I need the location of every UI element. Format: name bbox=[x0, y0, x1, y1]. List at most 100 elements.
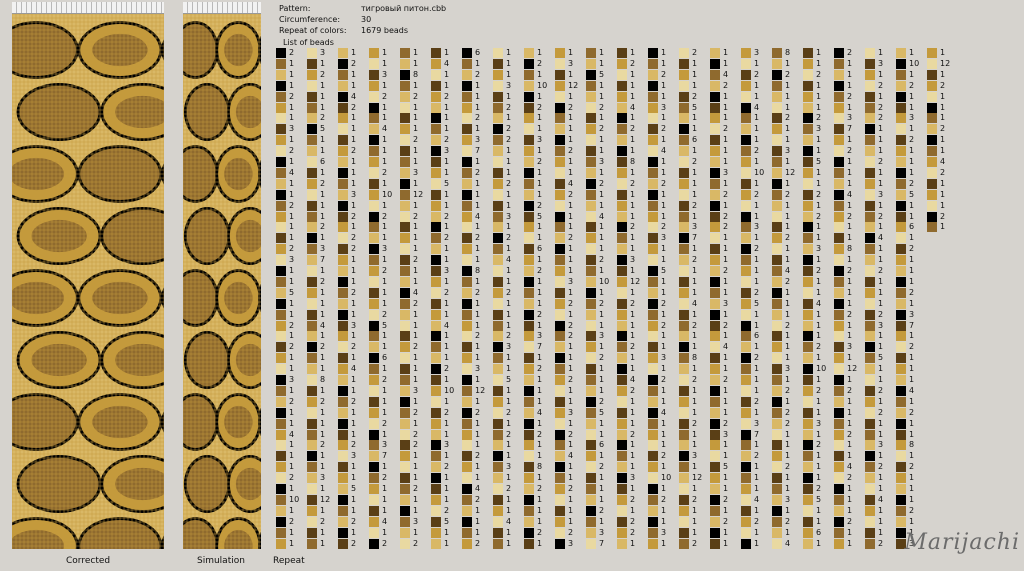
bead-count: 1 bbox=[506, 276, 512, 286]
corrected-pattern-view[interactable] bbox=[12, 14, 164, 549]
bead-count: 1 bbox=[568, 167, 574, 177]
bead-color-swatch bbox=[710, 157, 720, 167]
bead-count: 1 bbox=[599, 385, 605, 395]
bead-color-swatch bbox=[307, 331, 317, 342]
top-ruler-simulation bbox=[183, 2, 261, 14]
bead-count: 6 bbox=[754, 331, 760, 341]
bead-count: 3 bbox=[816, 244, 822, 254]
bead-list-entry: 3 bbox=[493, 80, 518, 91]
bead-count: 4 bbox=[661, 407, 667, 417]
bead-count: 1 bbox=[661, 505, 667, 515]
bead-list-entry: 2 bbox=[617, 342, 642, 353]
bead-color-swatch bbox=[369, 440, 379, 451]
bead-count: 1 bbox=[444, 157, 450, 166]
bead-color-swatch bbox=[431, 157, 441, 167]
bead-color-swatch bbox=[679, 451, 689, 462]
bead-color-swatch bbox=[400, 353, 410, 364]
bead-color-swatch bbox=[493, 255, 503, 266]
bead-color-swatch bbox=[431, 375, 441, 385]
bead-list-entry: 1 bbox=[338, 385, 363, 396]
bead-count: 1 bbox=[537, 320, 543, 330]
bead-color-swatch bbox=[307, 505, 317, 516]
bead-list-entry: 2 bbox=[648, 320, 673, 331]
bead-color-swatch bbox=[648, 375, 658, 385]
bead-list-entry: 1 bbox=[462, 527, 487, 538]
bead-list-entry: 1 bbox=[493, 200, 518, 211]
bead-list-entry: 2 bbox=[338, 516, 363, 527]
bead-count: 2 bbox=[723, 124, 729, 134]
bead-color-swatch bbox=[617, 189, 627, 200]
bead-count: 1 bbox=[444, 375, 450, 384]
bead-list-entry: 12 bbox=[307, 494, 332, 505]
bead-list-entry: 1 bbox=[524, 440, 549, 451]
bead-list-entry: 1 bbox=[803, 80, 828, 91]
bead-color-swatch bbox=[896, 146, 906, 157]
bead-count: 1 bbox=[444, 538, 450, 548]
bead-list-entry: 1 bbox=[648, 244, 673, 255]
bead-list-entry: 2 bbox=[710, 516, 735, 527]
bead-count: 1 bbox=[723, 407, 729, 417]
bead-list-entry: 2 bbox=[617, 298, 642, 309]
bead-count: 1 bbox=[289, 211, 295, 221]
bead-list-entry: 2 bbox=[679, 91, 704, 102]
bead-count: 2 bbox=[444, 364, 450, 374]
bead-count: 1 bbox=[568, 211, 574, 221]
bead-list-entry: 1 bbox=[307, 527, 332, 538]
bead-color-swatch bbox=[865, 167, 875, 178]
bead-list-entry: 1 bbox=[927, 200, 952, 211]
bead-count: 1 bbox=[289, 331, 295, 341]
bead-color-swatch bbox=[462, 255, 472, 266]
bead-color-swatch bbox=[679, 102, 689, 113]
bead-color-swatch bbox=[679, 157, 689, 167]
bead-color-swatch bbox=[710, 505, 720, 516]
bead-color-swatch bbox=[307, 233, 317, 244]
bead-color-swatch bbox=[772, 309, 782, 320]
bead-list-entry: 2 bbox=[927, 80, 952, 91]
bead-color-swatch bbox=[834, 527, 844, 538]
bead-count: 1 bbox=[382, 505, 388, 515]
bead-count: 1 bbox=[816, 276, 822, 286]
bead-color-swatch bbox=[586, 266, 596, 276]
bead-list-entry: 8 bbox=[772, 48, 797, 58]
bead-list-entry: 1 bbox=[679, 146, 704, 157]
bead-count: 1 bbox=[847, 494, 853, 504]
bead-color-swatch bbox=[648, 538, 658, 549]
bead-count: 1 bbox=[289, 102, 295, 112]
bead-count: 2 bbox=[723, 418, 729, 428]
bead-list-entry: 1 bbox=[307, 484, 332, 494]
bead-color-swatch bbox=[431, 244, 441, 255]
bead-list-entry: 1 bbox=[369, 364, 394, 375]
bead-color-swatch bbox=[865, 451, 875, 462]
bead-color-swatch bbox=[400, 462, 410, 473]
bead-list-entry: 1 bbox=[276, 527, 301, 538]
bead-count: 1 bbox=[816, 102, 822, 112]
bead-count: 1 bbox=[475, 309, 481, 319]
bead-list-entry: 1 bbox=[555, 342, 580, 353]
bead-color-swatch bbox=[400, 440, 410, 451]
bead-color-swatch bbox=[338, 298, 348, 309]
bead-list-entry: 2 bbox=[834, 473, 859, 484]
bead-list-entry: 2 bbox=[865, 538, 890, 549]
bead-list-entry: 5 bbox=[648, 266, 673, 276]
bead-color-swatch bbox=[462, 80, 472, 91]
bead-count: 1 bbox=[661, 342, 667, 352]
bead-count: 1 bbox=[940, 48, 946, 57]
bead-list-entry: 1 bbox=[803, 375, 828, 385]
bead-color-swatch bbox=[586, 473, 596, 484]
bead-list-entry: 2 bbox=[679, 157, 704, 167]
bead-list-entry: 1 bbox=[679, 331, 704, 342]
bead-count: 1 bbox=[661, 80, 667, 90]
bead-color-swatch bbox=[462, 102, 472, 113]
bead-list-entry: 1 bbox=[834, 102, 859, 113]
bead-count: 10 bbox=[754, 167, 765, 177]
bead-color-swatch bbox=[896, 189, 906, 200]
bead-color-swatch bbox=[431, 484, 441, 494]
bead-list-entry: 2 bbox=[276, 473, 301, 484]
bead-count: 2 bbox=[630, 222, 636, 232]
bead-count: 1 bbox=[444, 527, 450, 537]
bead-list-entry: 2 bbox=[617, 516, 642, 527]
bead-color-swatch bbox=[586, 451, 596, 462]
bead-count: 1 bbox=[506, 385, 512, 395]
bead-count: 2 bbox=[816, 211, 822, 221]
simulation-pattern-view[interactable] bbox=[183, 14, 261, 549]
